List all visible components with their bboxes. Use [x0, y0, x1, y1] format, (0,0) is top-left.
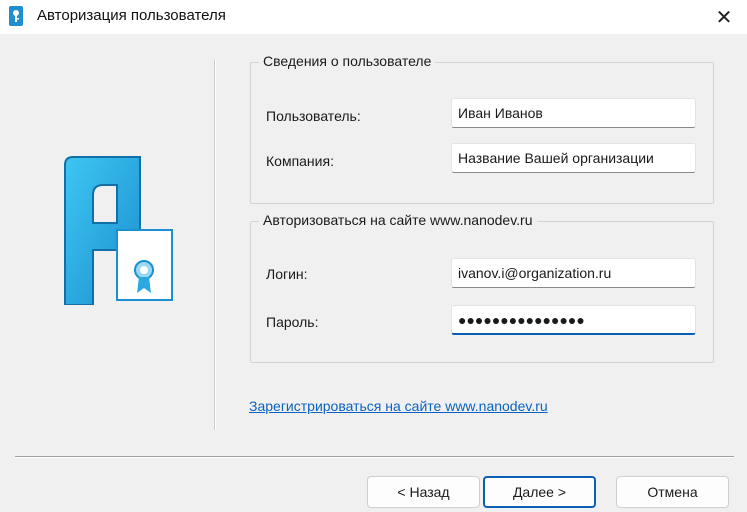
user-label: Пользователь: [266, 108, 361, 124]
window-title: Авторизация пользователя [37, 7, 226, 24]
close-icon[interactable]: ✕ [701, 0, 747, 34]
login-label: Логин: [266, 266, 308, 282]
title-bar: Авторизация пользователя ✕ [0, 0, 747, 34]
next-button[interactable]: Далее > [483, 476, 596, 508]
app-key-icon [9, 6, 23, 26]
password-label: Пароль: [266, 314, 319, 330]
user-info-legend: Сведения о пользователе [259, 53, 436, 69]
company-field[interactable] [451, 143, 696, 173]
horizontal-divider [15, 456, 734, 458]
site-auth-legend: Авторизоваться на сайте www.nanodev.ru [259, 212, 537, 228]
login-field[interactable] [451, 258, 696, 288]
vertical-divider [214, 60, 216, 430]
user-info-group: Сведения о пользователе [250, 53, 714, 204]
auth-dialog: Авторизация пользователя ✕ Сведения о по… [0, 0, 747, 512]
site-auth-group: Авторизоваться на сайте www.nanodev.ru [250, 212, 714, 363]
cancel-button[interactable]: Отмена [616, 476, 729, 508]
back-button[interactable]: < Назад [367, 476, 480, 508]
password-field[interactable] [451, 305, 696, 335]
user-field[interactable] [451, 98, 696, 128]
register-link[interactable]: Зарегистрироваться на сайте www.nanodev.… [249, 398, 548, 414]
nanocad-certificate-logo [64, 156, 173, 305]
company-label: Компания: [266, 153, 334, 169]
